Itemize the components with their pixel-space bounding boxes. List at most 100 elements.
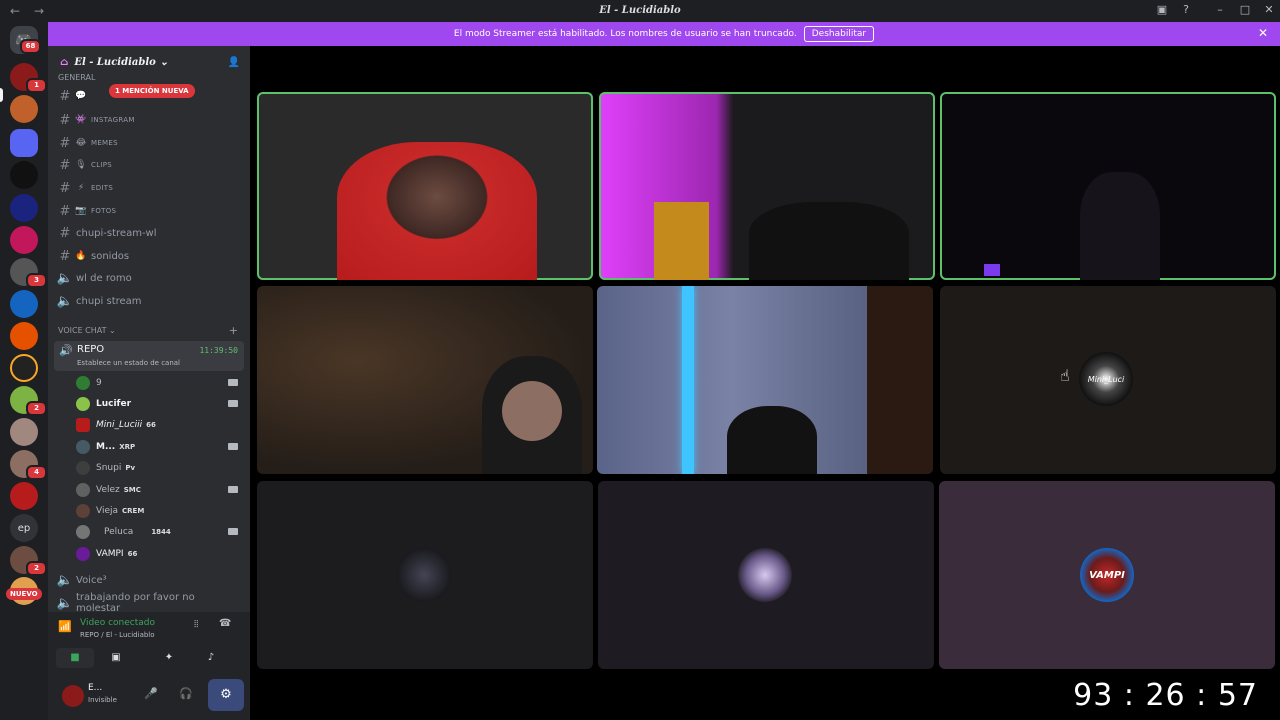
server-list: 🎮 68 1 3 2 4 ep 2 NUEVO [0, 22, 48, 720]
video-tile[interactable] [257, 481, 593, 669]
hash-icon: # [59, 135, 71, 151]
video-tile[interactable]: Mini_Luci [940, 286, 1276, 474]
server-icon-4[interactable] [10, 194, 38, 222]
voice-member[interactable]: VAMPI 66 [76, 544, 242, 564]
close-window-button[interactable]: ✕ [1261, 3, 1277, 16]
server-icon-13[interactable] [10, 482, 38, 510]
camera-icon [228, 443, 238, 450]
avatar: VAMPI [1080, 548, 1134, 602]
speaker-icon: 🔈 [56, 595, 74, 611]
screen-share-icon[interactable]: ▣ [1154, 3, 1170, 16]
window-title: El - Lucidiablo [599, 5, 681, 16]
voice-channel-name: REPO [77, 344, 105, 355]
hash-icon: # [59, 157, 71, 173]
channel-item[interactable]: # 📷 FOTOS [56, 201, 242, 221]
avatar: Mini_Luci [1079, 352, 1133, 406]
gear-icon[interactable]: ⚙ [208, 679, 244, 711]
screen-share-button[interactable]: ▣ [97, 648, 135, 668]
channel-item[interactable]: # ⚡ EDITS [56, 178, 242, 198]
headphones-icon[interactable]: 🎧 [179, 687, 193, 700]
server-icon-5[interactable] [10, 226, 38, 254]
connection-location[interactable]: REPO / El - Lucidiablo [80, 631, 155, 639]
video-tile[interactable] [597, 286, 933, 474]
add-channel-icon[interactable]: + [229, 324, 238, 337]
category-voice-chat[interactable]: VOICE CHAT ⌄ [58, 326, 116, 335]
hash-icon: # [59, 248, 71, 264]
voice-member[interactable]: M... XRP [76, 437, 242, 457]
server-icon-7[interactable] [10, 290, 38, 318]
server-icon-3[interactable] [10, 161, 38, 189]
close-icon[interactable]: ✕ [1258, 26, 1268, 40]
video-tile[interactable]: VAMPI [939, 481, 1275, 669]
channel-status[interactable]: Establece un estado de canal [77, 359, 180, 367]
server-icon-8[interactable] [10, 322, 38, 350]
microphone-icon[interactable]: 🎤 [144, 687, 158, 700]
voice-member[interactable]: Snupi Pv [76, 458, 242, 478]
soundboard-button[interactable]: ♪ [192, 648, 230, 668]
server-badge: 1 [26, 78, 47, 93]
voice-channel[interactable]: 🔈 chupi stream [56, 291, 242, 311]
channel-item[interactable]: # 💬 [56, 86, 242, 106]
stream-timer: 93 : 26 : 57 [1073, 678, 1258, 713]
server-badge: 2 [26, 561, 47, 576]
video-tile[interactable] [940, 92, 1276, 280]
server-icon-ep[interactable]: ep [10, 514, 38, 542]
disable-streamer-button[interactable]: Deshabilitar [803, 26, 875, 42]
user-panel: E... Invisible 🎤 🎧 ⚙ [48, 674, 250, 720]
video-tile[interactable] [599, 92, 935, 280]
minimize-button[interactable]: – [1212, 3, 1228, 16]
speaker-icon: 🔈 [56, 270, 74, 286]
camera-icon [228, 486, 238, 493]
camera-icon [228, 528, 238, 535]
video-tile[interactable] [598, 481, 934, 669]
server-icon-11[interactable] [10, 418, 38, 446]
speaker-icon: 🔊 [59, 344, 73, 357]
voice-channel[interactable]: 🔈 Voice³ [56, 570, 242, 590]
connection-status: Video conectado [80, 618, 155, 628]
mouse-cursor-icon: ☝ [1060, 366, 1070, 385]
server-badge: 3 [26, 273, 47, 288]
camera-icon [228, 379, 238, 386]
category-general[interactable]: GENERAL [58, 73, 95, 82]
voice-channel[interactable]: 🔈 trabajando por favor no molestar [56, 592, 242, 614]
camera-button[interactable]: ■ [56, 648, 94, 668]
maximize-button[interactable]: □ [1237, 3, 1253, 16]
server-badge: 2 [26, 401, 47, 416]
voice-connection-panel: 📶 Video conectado REPO / El - Lucidiablo… [48, 612, 250, 674]
chevron-down-icon: ⌄ [159, 56, 169, 68]
camera-icon [228, 400, 238, 407]
activities-button[interactable]: ✦ [150, 648, 188, 668]
voice-member[interactable]: 9 [76, 373, 242, 393]
voice-member[interactable]: Lucifer [76, 394, 242, 414]
user-status: Invisible [88, 696, 117, 704]
active-voice-channel[interactable]: 🔊 REPO 11:39:50 Establece un estado de c… [54, 341, 244, 371]
streamer-mode-banner: El modo Streamer está habilitado. Los no… [48, 22, 1280, 46]
server-icon-9[interactable] [10, 354, 38, 382]
invite-icon[interactable]: 👤 [228, 57, 240, 68]
new-unreads-pill[interactable]: NUEVO [6, 588, 42, 600]
noise-suppression-icon[interactable]: ⦙⦙ [194, 619, 198, 630]
voice-member[interactable]: Vieja CREM [76, 501, 242, 521]
video-tile[interactable] [257, 92, 593, 280]
hash-icon: # [59, 112, 71, 128]
folder-icon[interactable] [10, 129, 38, 157]
channel-item[interactable]: # 👾 INSTAGRAM [56, 110, 242, 130]
voice-member[interactable]: Peluca 1844 [76, 522, 242, 542]
channel-item[interactable]: # 😂 MEMES [56, 133, 242, 153]
voice-channel[interactable]: 🔈 wl de romo [56, 268, 242, 288]
channel-item[interactable]: # 🎙 CLIPS [56, 155, 242, 175]
channel-item[interactable]: # chupi-stream-wl [56, 223, 242, 243]
channel-item[interactable]: # 🔥 sonidos [56, 246, 242, 266]
voice-member[interactable]: Velez SMC [76, 480, 242, 500]
help-icon[interactable]: ? [1178, 3, 1194, 16]
server-icon-2[interactable] [10, 95, 38, 123]
signal-icon[interactable]: 📶 [58, 620, 72, 633]
disconnect-icon[interactable]: ☎ [219, 618, 231, 629]
voice-member[interactable]: Mini_Luciii 66 [76, 415, 242, 435]
dm-badge: 68 [20, 39, 41, 54]
username[interactable]: E... [88, 683, 102, 693]
title-bar: ← → El - Lucidiablo ▣ ? – □ ✕ [0, 0, 1280, 22]
avatar [738, 548, 792, 602]
avatar[interactable] [62, 685, 84, 707]
video-tile[interactable] [257, 286, 593, 474]
